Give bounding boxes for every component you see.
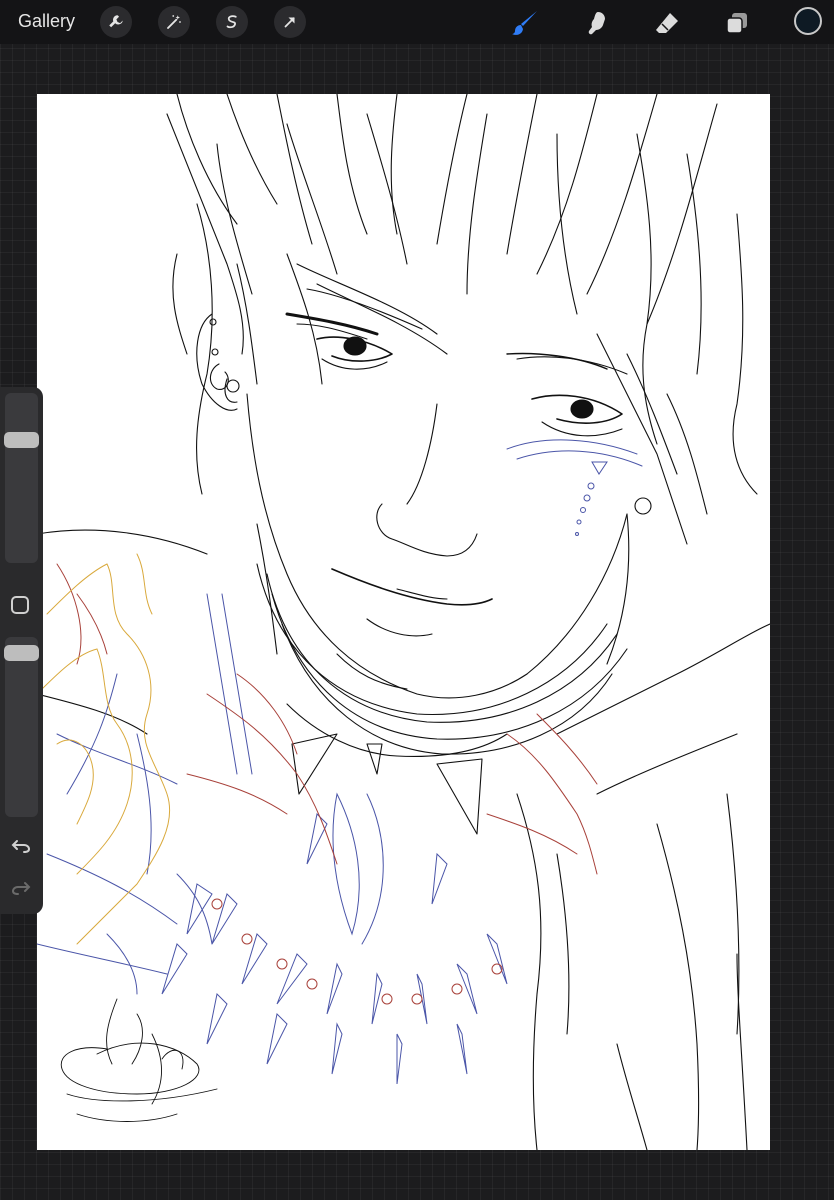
undo-icon [11,840,31,853]
top-toolbar: Gallery [0,0,834,44]
blue-tattoo-lines [37,439,643,1085]
wrench-icon [109,15,123,28]
gallery-button[interactable]: Gallery [18,11,75,32]
actions-button[interactable] [100,6,132,38]
line-art-illustration [37,94,770,1150]
selection-button[interactable] [216,6,248,38]
redo-icon [11,882,31,895]
transform-button[interactable] [274,6,306,38]
opacity-slider[interactable] [5,637,38,817]
brush-size-thumb[interactable] [4,431,39,448]
eraser-icon [656,13,678,33]
modify-square-icon[interactable] [11,596,29,614]
brush-size-slider[interactable] [5,393,38,563]
eraser-button[interactable] [650,6,684,40]
layers-icon [726,13,747,34]
opacity-thumb[interactable] [4,645,39,662]
artist-signature [60,998,218,1122]
side-toolbar [0,387,43,914]
selection-icon [226,15,237,29]
smudge-icon [588,12,605,35]
redo-button[interactable] [9,875,33,899]
color-swatch[interactable] [794,7,822,35]
undo-button[interactable] [9,833,33,857]
ink-lines [37,94,770,1150]
layers-button[interactable] [720,6,754,40]
magic-wand-icon [167,15,181,29]
red-tattoo-lines [56,563,598,1005]
brush-icon [512,11,537,35]
transform-arrow-icon [284,17,295,28]
gold-tattoo-lines [37,553,171,945]
drawing-canvas[interactable] [37,94,770,1150]
adjustments-button[interactable] [158,6,190,38]
brush-button[interactable] [508,6,542,40]
smudge-button[interactable] [580,6,614,40]
